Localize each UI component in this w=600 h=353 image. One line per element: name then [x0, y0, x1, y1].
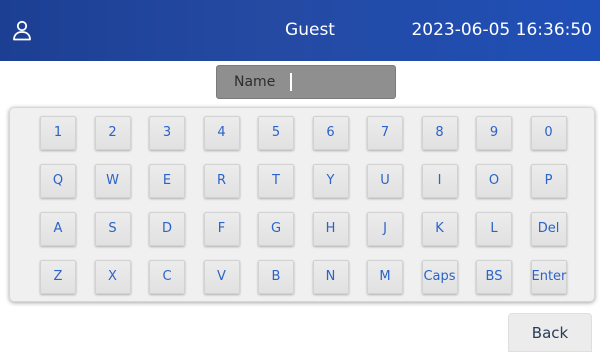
key-f[interactable]: F — [203, 212, 240, 246]
key-x[interactable]: X — [94, 260, 131, 294]
key-y[interactable]: Y — [312, 164, 349, 198]
key-2[interactable]: 2 — [94, 116, 131, 150]
key-s[interactable]: S — [94, 212, 131, 246]
back-button[interactable]: Back — [508, 313, 592, 352]
date-time: 2023-06-05 16:36:50 — [411, 20, 592, 40]
name-input[interactable]: Name — [216, 65, 396, 99]
key-a[interactable]: A — [40, 212, 76, 246]
app-header: Guest 2023-06-05 16:36:50 — [0, 0, 600, 61]
on-screen-keyboard: 1 2 3 4 5 6 7 8 9 0 Q W E R T Y U I O P A S D F G H J K L Del Z X C V B N M C… — [9, 107, 595, 302]
key-4[interactable]: 4 — [203, 116, 240, 150]
key-t[interactable]: T — [258, 164, 294, 198]
key-j[interactable]: J — [367, 212, 403, 246]
key-caps[interactable]: Caps — [421, 260, 458, 294]
key-b[interactable]: B — [258, 260, 294, 294]
key-h[interactable]: H — [312, 212, 349, 246]
key-0[interactable]: 0 — [530, 116, 567, 150]
user-icon[interactable] — [10, 18, 34, 42]
key-3[interactable]: 3 — [149, 116, 185, 150]
key-del[interactable]: Del — [530, 212, 567, 246]
key-e[interactable]: E — [149, 164, 185, 198]
key-z[interactable]: Z — [40, 260, 76, 294]
key-7[interactable]: 7 — [367, 116, 403, 150]
key-i[interactable]: I — [421, 164, 458, 198]
key-enter[interactable]: Enter — [530, 260, 567, 294]
user-title: Guest — [285, 20, 335, 40]
key-q[interactable]: Q — [40, 164, 76, 198]
key-k[interactable]: K — [421, 212, 458, 246]
key-n[interactable]: N — [312, 260, 349, 294]
key-p[interactable]: P — [530, 164, 567, 198]
key-o[interactable]: O — [476, 164, 512, 198]
key-bs[interactable]: BS — [476, 260, 512, 294]
key-1[interactable]: 1 — [40, 116, 76, 150]
key-u[interactable]: U — [367, 164, 403, 198]
key-d[interactable]: D — [149, 212, 185, 246]
key-g[interactable]: G — [258, 212, 294, 246]
key-5[interactable]: 5 — [258, 116, 294, 150]
key-l[interactable]: L — [476, 212, 512, 246]
name-label: Name — [234, 74, 276, 90]
text-cursor — [290, 73, 292, 91]
key-6[interactable]: 6 — [312, 116, 349, 150]
key-c[interactable]: C — [149, 260, 185, 294]
key-m[interactable]: M — [367, 260, 403, 294]
key-9[interactable]: 9 — [476, 116, 512, 150]
key-w[interactable]: W — [94, 164, 131, 198]
key-r[interactable]: R — [203, 164, 240, 198]
key-v[interactable]: V — [203, 260, 240, 294]
key-8[interactable]: 8 — [421, 116, 458, 150]
